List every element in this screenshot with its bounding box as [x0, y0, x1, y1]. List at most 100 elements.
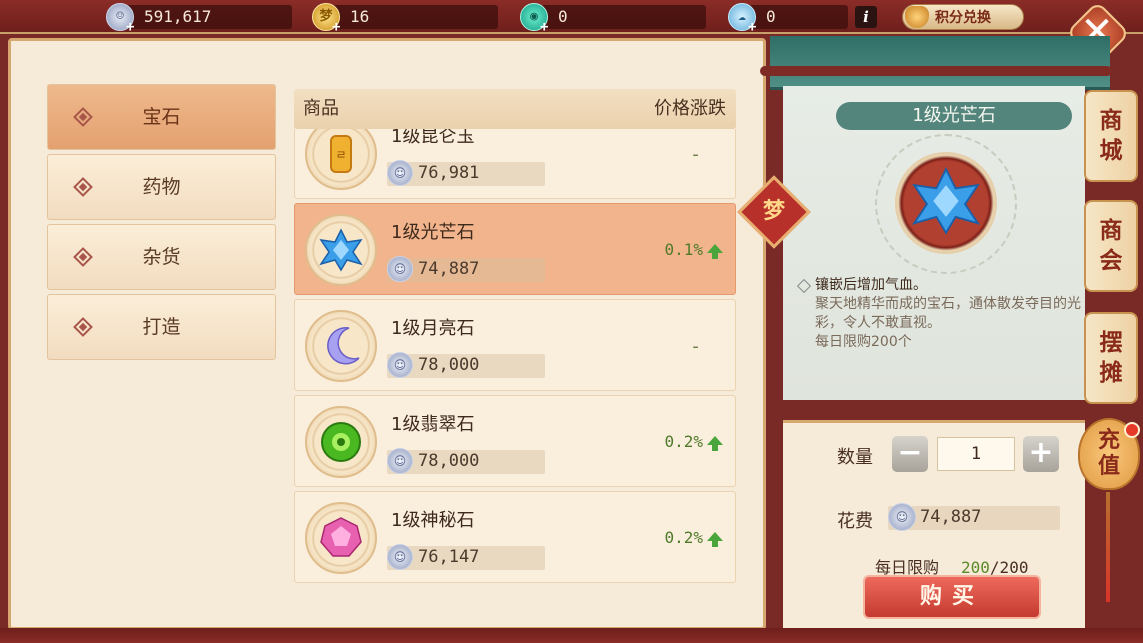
buy-button[interactable]: 购买 — [863, 575, 1041, 619]
item-price: 76,147 — [418, 547, 480, 567]
tab-mall[interactable]: 商 城 — [1084, 90, 1138, 182]
detail-title: 1级光芒石 — [836, 102, 1072, 130]
jade-resource[interactable]: ◉ + 0 — [520, 3, 706, 35]
list-item[interactable]: ㄹ 1级昆仑玉 ☺ 76,981 - — [294, 129, 736, 199]
jade-tablet-icon: ㄹ — [330, 135, 352, 173]
quantity-input[interactable]: 1 — [937, 437, 1015, 471]
gold-value: 16 — [350, 7, 370, 26]
up-arrow-icon — [707, 244, 723, 259]
tab-stall[interactable]: 摆 摊 — [1084, 312, 1138, 404]
tab-char-top: 摆 — [1099, 330, 1123, 356]
item-list-header: 商品 价格涨跌 — [294, 89, 736, 129]
tassel-ornament — [1106, 492, 1110, 602]
item-price: 78,000 — [418, 451, 480, 471]
scroll-rod — [760, 66, 1112, 76]
price-change-value: 0.2% — [664, 528, 703, 547]
list-item[interactable]: 1级翡翠石 ☺ 78,000 0.2% — [294, 395, 736, 487]
tab-char-bottom: 会 — [1099, 248, 1123, 274]
radiant-gem-large-icon — [911, 167, 981, 235]
silver-coin-icon: ☺ — [387, 352, 413, 378]
jade-value: 0 — [558, 7, 568, 26]
emerald-stone-icon — [321, 422, 361, 462]
bottom-frame — [0, 628, 1143, 643]
add-cloud-icon[interactable]: + — [748, 15, 756, 39]
item-price: 76,981 — [418, 163, 480, 183]
price-change: - — [690, 144, 701, 165]
svg-text:ㄹ: ㄹ — [335, 148, 346, 162]
silver-coin-icon: ☺ — [888, 503, 916, 531]
item-name: 1级神秘石 — [391, 510, 475, 531]
points-exchange-label: 积分兑换 — [935, 10, 991, 26]
scroll-banner — [770, 36, 1110, 90]
price-change-value: 0.1% — [664, 240, 703, 259]
desc-effect: 镶嵌后增加气血。 — [797, 276, 1083, 295]
money-bag-icon — [905, 6, 929, 28]
category-label: 打造 — [142, 316, 181, 338]
item-name: 1级昆仑玉 — [391, 129, 475, 147]
category-forging[interactable]: 打造 — [47, 294, 276, 360]
moon-stone-icon — [327, 326, 360, 365]
cost-label: 花费 — [837, 511, 873, 532]
knot-glyph: 梦 — [762, 199, 785, 224]
category-label: 药物 — [142, 176, 181, 198]
tab-char-bottom: 摊 — [1099, 360, 1123, 386]
item-name: 1级光芒石 — [391, 222, 475, 243]
price-change: 0.1% — [664, 240, 723, 259]
item-price: 74,887 — [418, 259, 480, 279]
category-label: 宝石 — [142, 106, 181, 128]
mystic-stone-icon — [320, 517, 362, 557]
price-change-value: 0.2% — [664, 432, 703, 451]
add-silver-icon[interactable]: + — [126, 15, 134, 39]
price-change: 0.2% — [664, 528, 723, 547]
silver-resource[interactable]: ☺ + 591,617 — [106, 3, 292, 35]
item-description: 镶嵌后增加气血。 聚天地精华而成的宝石，通体散发夺目的光彩，令人不敢直视。 每日… — [797, 276, 1083, 352]
points-exchange-button[interactable]: 积分兑换 — [902, 4, 1024, 30]
decrease-quantity-button[interactable]: − — [892, 436, 928, 472]
up-arrow-icon — [707, 436, 723, 451]
tab-char-top: 商 — [1099, 108, 1123, 134]
list-item[interactable]: 1级神秘石 ☺ 76,147 0.2% — [294, 491, 736, 583]
diamond-bullet-icon — [73, 317, 93, 337]
add-gold-icon[interactable]: + — [332, 15, 340, 39]
list-item[interactable]: 1级光芒石 ☺ 74,887 0.1% — [294, 203, 736, 295]
recharge-char-top: 充 — [1097, 428, 1120, 453]
tab-char-top: 商 — [1099, 218, 1123, 244]
notification-dot — [1124, 422, 1140, 438]
tab-trade-guild[interactable]: 商 会 — [1084, 200, 1138, 292]
category-label: 杂货 — [142, 246, 181, 268]
quantity-label: 数量 — [837, 447, 873, 468]
add-jade-icon[interactable]: + — [540, 15, 548, 39]
category-gems[interactable]: 宝石 — [47, 84, 276, 150]
silver-value: 591,617 — [144, 7, 212, 26]
item-name: 1级翡翠石 — [391, 414, 475, 435]
cloud-resource[interactable]: ☁ + 0 — [728, 3, 848, 35]
radiant-gem-icon — [319, 228, 363, 272]
cloud-value: 0 — [766, 7, 776, 26]
price-change: 0.2% — [664, 432, 723, 451]
item-price: 78,000 — [418, 355, 480, 375]
header-price-change: 价格涨跌 — [654, 98, 726, 119]
gold-resource[interactable]: 梦 + 16 — [312, 3, 498, 35]
category-groceries[interactable]: 杂货 — [47, 224, 276, 290]
diamond-bullet-icon — [73, 107, 93, 127]
diamond-bullet-icon — [73, 247, 93, 267]
header-item-name: 商品 — [303, 98, 339, 119]
silver-coin-icon: ☺ — [387, 160, 413, 186]
category-medicine[interactable]: 药物 — [47, 154, 276, 220]
silver-coin-icon: ☺ — [387, 544, 413, 570]
recharge-char-bottom: 值 — [1097, 454, 1120, 479]
silver-coin-icon: ☺ — [387, 448, 413, 474]
info-button[interactable]: i — [855, 6, 877, 28]
increase-quantity-button[interactable]: + — [1023, 436, 1059, 472]
top-resource-bar: ☺ + 591,617 梦 + 16 ◉ + 0 ☁ + 0 i 积分兑换 — [0, 0, 1143, 35]
shop-main-panel: 宝石 药物 杂货 打造 商品 价格涨跌 ㄹ 1级昆仑玉 ☺ 76,981 - 1… — [8, 38, 766, 630]
item-list[interactable]: ㄹ 1级昆仑玉 ☺ 76,981 - 1级光芒石 ☺ 74,887 0.1% 1… — [294, 129, 736, 597]
cost-value: 74,887 — [920, 507, 982, 527]
desc-limit: 每日限购200个 — [815, 334, 912, 350]
price-change: - — [690, 336, 701, 357]
desc-flavor: 聚天地精华而成的宝石，通体散发夺目的光彩，令人不敢直视。 — [815, 296, 1081, 331]
diamond-bullet-icon — [73, 177, 93, 197]
silver-coin-icon: ☺ — [387, 256, 413, 282]
tab-char-bottom: 城 — [1099, 138, 1123, 164]
list-item[interactable]: 1级月亮石 ☺ 78,000 - — [294, 299, 736, 391]
